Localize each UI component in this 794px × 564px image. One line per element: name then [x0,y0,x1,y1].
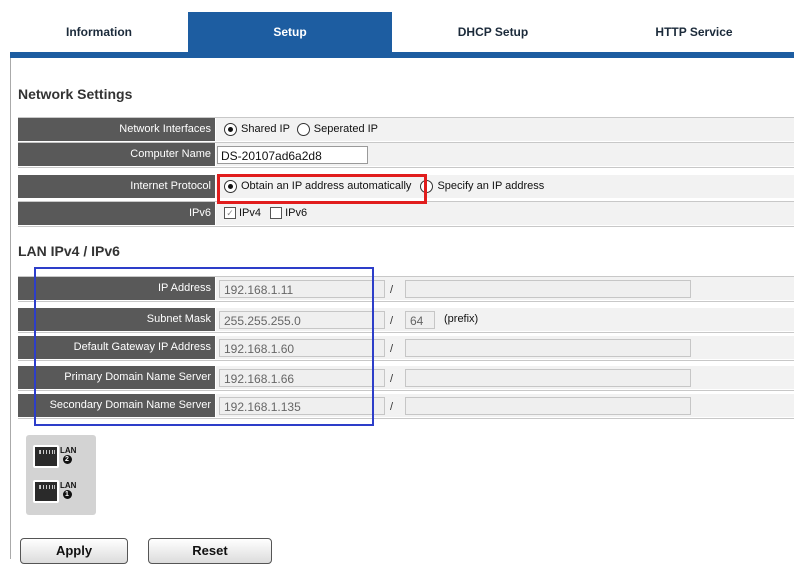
secondary-dns-slash: / [390,401,394,413]
ip-address-ipv6-input[interactable] [405,280,691,298]
computer-name-label: Computer Name [130,148,211,160]
computer-name-row: Computer Name DS-20107ad6a2d8 [18,143,794,167]
specify-ip-label: Specify an IP address [437,180,545,192]
lan1-label: LAN [60,481,77,490]
page-left-border [10,58,11,559]
tab-underline [10,52,794,58]
seperated-ip-radio[interactable] [296,122,310,136]
apply-button[interactable]: Apply [20,538,128,564]
ipv6-label: IPv6 [188,207,211,219]
network-settings-title: Network Settings [18,86,133,102]
lan2-number: 2 [62,455,72,464]
internet-protocol-label: Internet Protocol [130,180,211,192]
primary-dns-slash: / [390,373,394,385]
tab-bar: Information Setup DHCP Setup HTTP Servic… [10,12,794,58]
shared-ip-radio[interactable] [224,122,237,136]
reset-button[interactable]: Reset [148,538,272,564]
lan-ports-panel: LAN 2 LAN 1 [26,435,96,515]
internet-protocol-highlight [217,174,427,204]
seperated-ip-option[interactable]: Seperated IP [296,122,379,136]
seperated-ip-label: Seperated IP [313,123,379,135]
ipv4-checkbox-label: IPv4 [239,207,262,219]
tab-information[interactable]: Information [10,12,188,52]
ipv4-checkbox-option[interactable]: ✓ IPv4 [224,207,262,220]
ipv6-checkbox-label: IPv6 [285,207,308,219]
secondary-dns-ipv6-input[interactable] [405,397,691,415]
computer-name-input[interactable]: DS-20107ad6a2d8 [217,146,368,164]
lan2-label: LAN [60,446,77,455]
default-gateway-ipv6-input[interactable] [405,339,691,357]
prefix-length-input[interactable]: 64 [405,311,435,329]
ipv6-row: IPv6 ✓ IPv4 IPv6 [18,202,794,226]
prefix-suffix-label: (prefix) [444,313,479,325]
ipv6-checkbox[interactable] [270,207,283,220]
subnet-mask-slash: / [390,315,394,327]
tab-setup[interactable]: Setup [188,12,392,52]
primary-dns-ipv6-input[interactable] [405,369,691,387]
specify-ip-option[interactable]: Specify an IP address [420,179,545,193]
network-interfaces-label: Network Interfaces [119,123,211,135]
ipv6-checkbox-option[interactable]: IPv6 [270,207,308,220]
lan1-number: 1 [62,490,72,499]
tab-http-service[interactable]: HTTP Service [594,12,794,52]
network-interfaces-row: Network Interfaces Shared IP Seperated I… [18,118,794,142]
lan-addresses-highlight [34,267,374,426]
ip-address-slash: / [390,284,394,296]
lan2-port-icon [33,445,59,468]
tab-dhcp-setup[interactable]: DHCP Setup [392,12,594,52]
shared-ip-label: Shared IP [241,123,290,135]
ipv4-checkbox: ✓ [224,207,236,220]
shared-ip-option[interactable]: Shared IP [224,122,290,136]
lan1-port-icon [33,480,59,503]
default-gateway-slash: / [390,343,394,355]
lan-title: LAN IPv4 / IPv6 [18,243,120,259]
